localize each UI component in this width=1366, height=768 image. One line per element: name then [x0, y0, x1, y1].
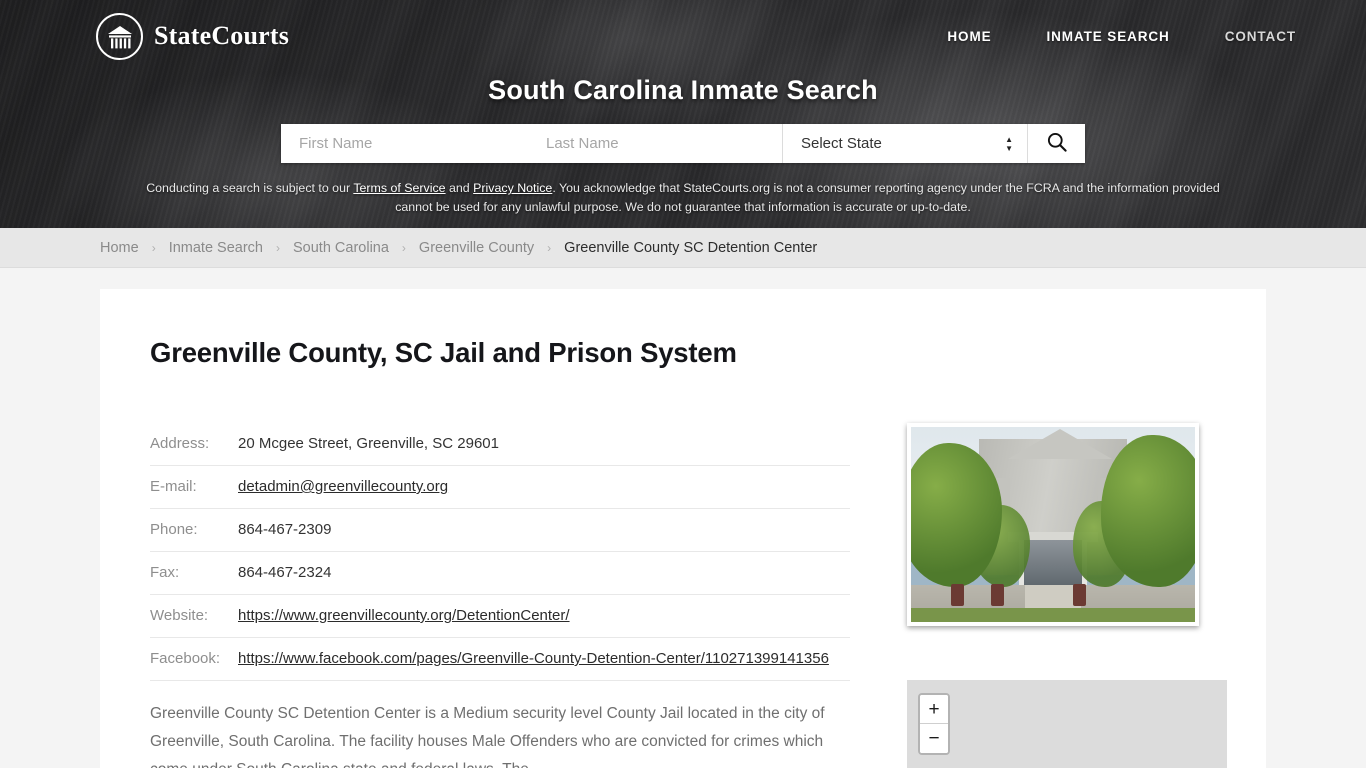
- table-row: Phone: 864-467-2309: [150, 508, 850, 552]
- breadcrumb-bar: Home › Inmate Search › South Carolina › …: [0, 228, 1366, 268]
- facility-photo: [907, 423, 1199, 626]
- photo-tree: [911, 442, 1002, 587]
- first-name-input[interactable]: [281, 124, 528, 163]
- site-header-hero: StateCourts HOME INMATE SEARCH CONTACT S…: [0, 0, 1366, 228]
- detail-value-email: detadmin@greenvillecounty.org: [238, 465, 850, 509]
- chevron-right-icon: ›: [401, 240, 406, 255]
- detail-label-fax: Fax:: [150, 551, 238, 595]
- facility-content-card: Greenville County, SC Jail and Prison Sy…: [100, 289, 1266, 768]
- page-body: Greenville County, SC Jail and Prison Sy…: [0, 289, 1366, 768]
- content-columns: Address: 20 Mcgee Street, Greenville, SC…: [150, 423, 1227, 768]
- main-navigation: HOME INMATE SEARCH CONTACT: [947, 29, 1296, 44]
- chevron-right-icon: ›: [276, 240, 280, 255]
- brand-logo-link[interactable]: StateCourts: [96, 12, 290, 60]
- breadcrumb-item-greenville-county[interactable]: Greenville County: [419, 240, 534, 256]
- nav-inmate-search[interactable]: INMATE SEARCH: [1047, 29, 1170, 44]
- privacy-notice-link[interactable]: Privacy Notice: [473, 181, 552, 195]
- detail-value-fax: 864-467-2324: [238, 551, 850, 595]
- map-zoom-out-button[interactable]: −: [920, 724, 948, 753]
- facility-details-table: Address: 20 Mcgee Street, Greenville, SC…: [150, 423, 850, 681]
- nav-contact[interactable]: CONTACT: [1225, 29, 1296, 44]
- detail-value-website: https://www.greenvillecounty.org/Detenti…: [238, 594, 850, 638]
- chevron-right-icon: ›: [151, 240, 156, 255]
- chevron-right-icon: ›: [547, 240, 552, 255]
- breadcrumb-item-south-carolina[interactable]: South Carolina: [293, 240, 389, 256]
- photo-trash-bin: [990, 584, 1004, 607]
- chevron-up-glyph: ▲: [1005, 134, 1013, 144]
- table-row: Fax: 864-467-2324: [150, 551, 850, 595]
- breadcrumb-item-home[interactable]: Home: [100, 240, 139, 256]
- photo-grass: [911, 608, 1195, 622]
- detail-label-email: E-mail:: [150, 465, 238, 509]
- page-title: Greenville County, SC Jail and Prison Sy…: [150, 337, 737, 368]
- breadcrumb-item-current: Greenville County SC Detention Center: [564, 239, 818, 256]
- state-select-value: Select State: [801, 135, 882, 152]
- table-row: E-mail: detadmin@greenvillecounty.org: [150, 465, 850, 509]
- search-submit-button[interactable]: [1027, 124, 1085, 163]
- detail-value-facebook: https://www.facebook.com/pages/Greenvill…: [238, 637, 850, 681]
- last-name-input[interactable]: [528, 124, 782, 163]
- state-select[interactable]: Select State ▲ ▼: [782, 124, 1027, 163]
- chevron-down-glyph: ▼: [1005, 143, 1013, 153]
- detail-value-phone: 864-467-2309: [238, 508, 850, 552]
- map-zoom-controls: + −: [918, 693, 950, 755]
- website-link[interactable]: https://www.greenvillecounty.org/Detenti…: [238, 607, 570, 624]
- brand-name: StateCourts: [154, 21, 290, 50]
- facility-media-column: + −: [850, 423, 1227, 768]
- detail-label-address: Address:: [150, 423, 238, 466]
- table-row: Website: https://www.greenvillecounty.or…: [150, 594, 850, 638]
- disclaimer-part-1: Conducting a search is subject to our: [146, 181, 354, 195]
- courthouse-circle-icon: [96, 12, 143, 60]
- disclaimer-part-2: and: [445, 181, 474, 195]
- photo-tree: [1101, 434, 1195, 587]
- map-zoom-in-button[interactable]: +: [920, 695, 948, 724]
- table-row: Facebook: https://www.facebook.com/pages…: [150, 637, 850, 681]
- terms-of-service-link[interactable]: Terms of Service: [353, 181, 445, 195]
- detail-label-facebook: Facebook:: [150, 637, 238, 681]
- facility-description: Greenville County SC Detention Center is…: [150, 705, 825, 768]
- detail-value-address: 20 Mcgee Street, Greenville, SC 29601: [238, 423, 850, 466]
- photo-trash-bin: [950, 584, 964, 607]
- location-map[interactable]: + −: [907, 680, 1227, 768]
- detail-label-website: Website:: [150, 594, 238, 638]
- table-row: Address: 20 Mcgee Street, Greenville, SC…: [150, 423, 850, 466]
- top-bar: StateCourts HOME INMATE SEARCH CONTACT: [0, 0, 1366, 72]
- nav-home[interactable]: HOME: [947, 29, 991, 44]
- inmate-search-form: Select State ▲ ▼: [281, 124, 1085, 163]
- chevron-updown-icon: ▲ ▼: [1005, 134, 1013, 153]
- hero-title: South Carolina Inmate Search: [488, 75, 878, 105]
- breadcrumb: Home › Inmate Search › South Carolina › …: [100, 240, 1266, 256]
- photo-building-gable: [1007, 428, 1112, 459]
- detail-label-phone: Phone:: [150, 508, 238, 552]
- breadcrumb-item-inmate-search[interactable]: Inmate Search: [169, 240, 263, 256]
- photo-trash-bin: [1072, 584, 1086, 607]
- facility-info-column: Address: 20 Mcgee Street, Greenville, SC…: [150, 423, 850, 768]
- facebook-link[interactable]: https://www.facebook.com/pages/Greenvill…: [238, 650, 829, 667]
- email-link[interactable]: detadmin@greenvillecounty.org: [238, 478, 448, 495]
- magnifier-icon: [1046, 131, 1068, 156]
- search-disclaimer: Conducting a search is subject to our Te…: [128, 179, 1238, 217]
